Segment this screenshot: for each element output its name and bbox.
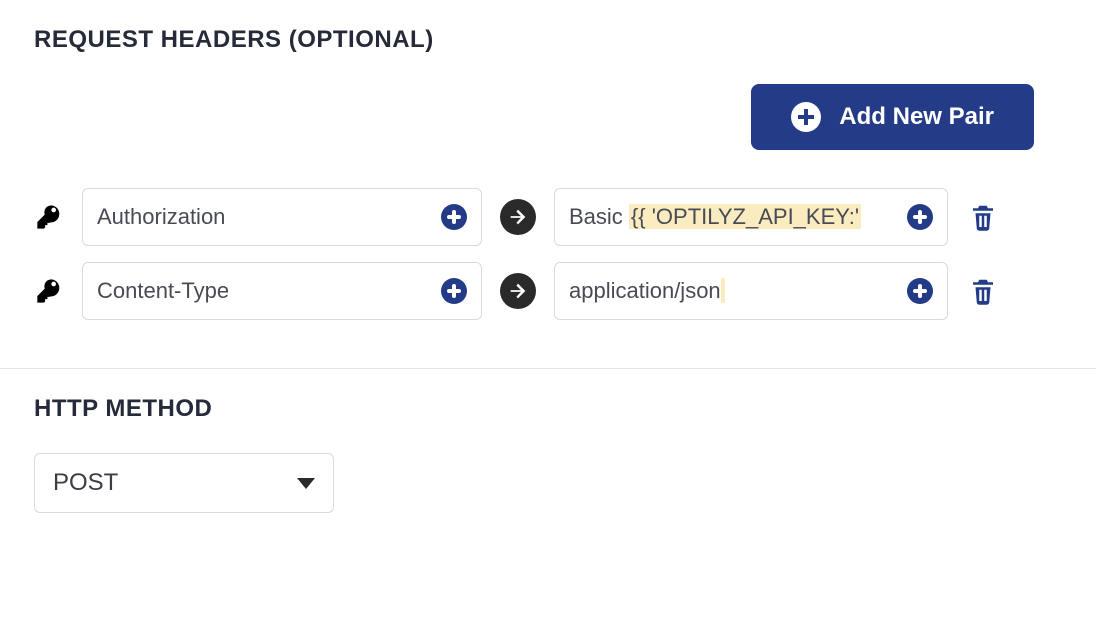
http-method-title: HTTP METHOD [34,395,1062,423]
header-value-input[interactable]: application/json [554,262,948,320]
header-key-text: Authorization [97,204,437,230]
header-pair-row: Authorization Basic {{ 'OPTILYZ_API_KEY:… [34,180,1062,254]
insert-token-button[interactable] [441,278,467,304]
delete-pair-button[interactable] [966,200,1000,234]
insert-token-button[interactable] [907,204,933,230]
header-key-input[interactable]: Authorization [82,188,482,246]
delete-pair-button[interactable] [966,274,1000,308]
key-icon [34,276,64,306]
request-headers-title: REQUEST HEADERS (OPTIONAL) [34,26,1062,54]
http-method-section: HTTP METHOD POST [0,369,1096,553]
add-new-pair-button[interactable]: Add New Pair [751,84,1034,150]
http-method-selected: POST [53,469,118,497]
header-key-input[interactable]: Content-Type [82,262,482,320]
add-pair-row: Add New Pair [34,84,1062,150]
request-headers-section: REQUEST HEADERS (OPTIONAL) Add New Pair … [0,0,1096,368]
add-new-pair-label: Add New Pair [839,103,994,131]
http-method-select[interactable]: POST [34,453,334,513]
header-key-text: Content-Type [97,278,437,304]
insert-token-button[interactable] [907,278,933,304]
insert-token-button[interactable] [441,204,467,230]
header-pair-row: Content-Type application/json [34,254,1062,328]
header-value-text: Basic {{ 'OPTILYZ_API_KEY:' [569,204,903,230]
header-value-text: application/json [569,278,903,304]
chevron-down-icon [297,478,315,489]
arrow-right-icon [500,273,536,309]
arrow-right-icon [500,199,536,235]
key-icon [34,202,64,232]
header-value-input[interactable]: Basic {{ 'OPTILYZ_API_KEY:' [554,188,948,246]
plus-circle-icon [791,102,821,132]
